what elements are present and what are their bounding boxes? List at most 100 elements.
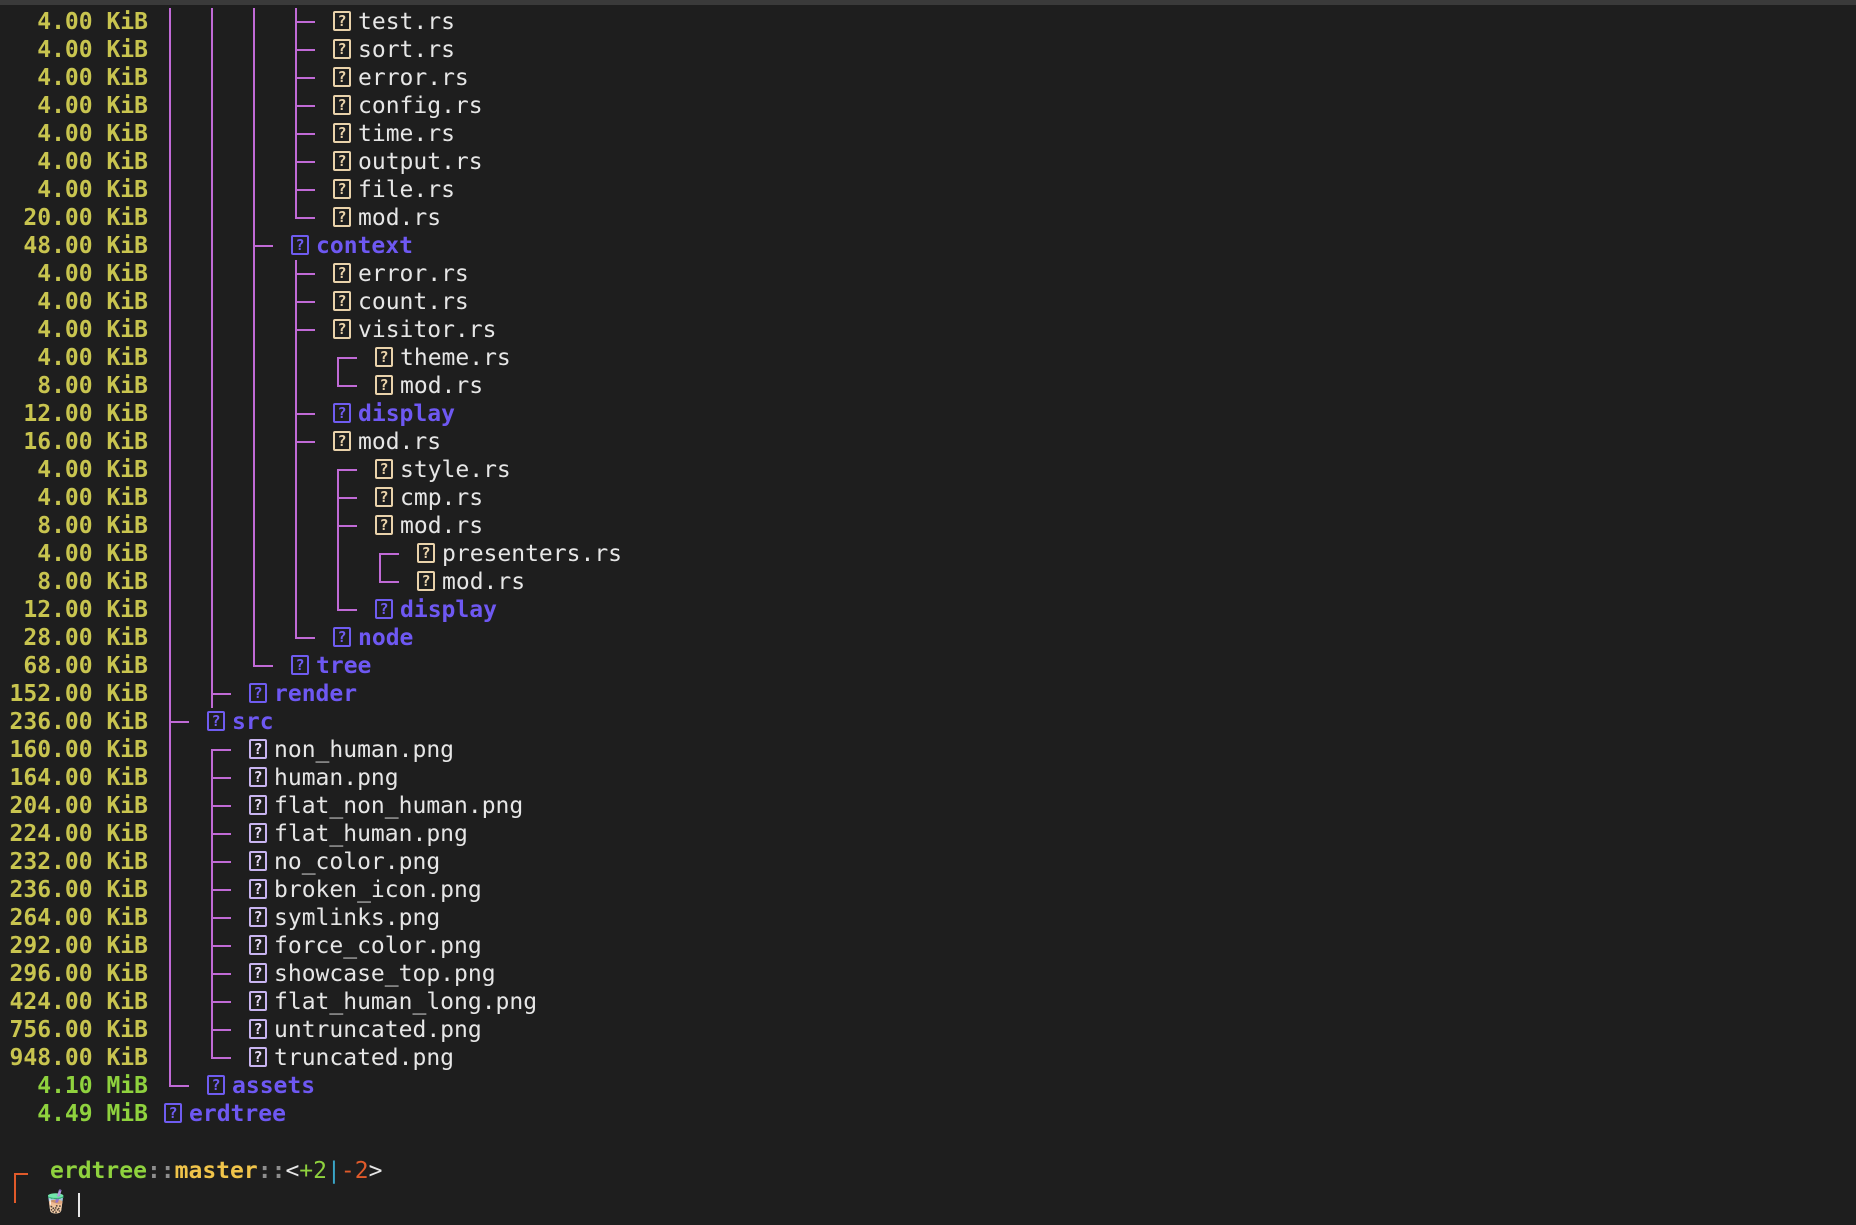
- tree-guide-line: [169, 512, 171, 540]
- tree-branch: [211, 917, 231, 919]
- disk-usage-size: 8.00 KiB: [37, 569, 148, 595]
- tree-branch: [211, 777, 231, 779]
- tree-branch: [295, 49, 315, 51]
- tree-guide-line: [211, 232, 213, 260]
- tree-guide-line: [169, 428, 171, 456]
- tree-guide-line: [169, 792, 171, 820]
- file-name: flat_human.png: [274, 821, 468, 847]
- file-unknown-icon: ?: [249, 991, 267, 1011]
- tree-branch: [211, 833, 231, 835]
- tree-guide-line: [169, 736, 171, 764]
- folder-unknown-icon: ?: [291, 235, 309, 255]
- file-unknown-icon: ?: [333, 179, 351, 199]
- disk-usage-size: 4.00 KiB: [37, 9, 148, 35]
- tree-guide-line: [253, 120, 255, 148]
- tree-guide-line: [169, 848, 171, 876]
- tree-guide-line: [211, 568, 213, 596]
- file-unknown-icon: ?: [333, 431, 351, 451]
- tree-branch: [295, 273, 315, 275]
- file-name: non_human.png: [274, 737, 455, 763]
- disk-usage-size: 232.00 KiB: [9, 849, 148, 875]
- file-unknown-icon: ?: [249, 823, 267, 843]
- file-name: file.rs: [358, 177, 455, 203]
- file-name: visitor.rs: [358, 317, 497, 343]
- file-name: error.rs: [358, 261, 469, 287]
- disk-usage-size: 16.00 KiB: [23, 429, 148, 455]
- tree-guide-line: [211, 8, 213, 36]
- file-unknown-icon: ?: [333, 123, 351, 143]
- prompt-removed-count: -2: [340, 1158, 369, 1184]
- shell-prompt[interactable]: erdtree::master::<+2|-2> 🧋: [0, 1155, 1856, 1225]
- tree-guide-line: [211, 148, 213, 176]
- file-name: broken_icon.png: [274, 877, 482, 903]
- file-unknown-icon: ?: [375, 347, 393, 367]
- tree-branch: [295, 441, 315, 443]
- tree-guide-line: [211, 260, 213, 288]
- tree-guide-line: [211, 92, 213, 120]
- tree-guide-line: [211, 652, 213, 680]
- tree-guide-line: [253, 372, 255, 400]
- tree-guide-line: [337, 357, 339, 372]
- disk-usage-size: 28.00 KiB: [23, 625, 148, 651]
- prompt-separator: ::: [146, 1158, 175, 1184]
- tree-branch: [169, 1085, 189, 1087]
- tree-guide-line: [253, 624, 255, 652]
- tree-branch: [295, 21, 315, 23]
- tree-branch: [211, 889, 231, 891]
- directory-name: erdtree: [189, 1101, 286, 1127]
- prompt-bracket: [14, 1173, 16, 1203]
- prompt-close: >: [368, 1158, 383, 1184]
- prompt-separator: ::: [257, 1158, 286, 1184]
- disk-usage-size: 236.00 KiB: [9, 877, 148, 903]
- tree-guide-line: [169, 204, 171, 232]
- tree-guide-line: [211, 316, 213, 344]
- file-unknown-icon: ?: [333, 291, 351, 311]
- file-unknown-icon: ?: [249, 795, 267, 815]
- tree-branch: [337, 469, 357, 471]
- file-name: force_color.png: [274, 933, 482, 959]
- disk-usage-size: 4.00 KiB: [37, 149, 148, 175]
- directory-name: display: [400, 597, 497, 623]
- tree-guide-line: [211, 596, 213, 624]
- text-cursor[interactable]: [78, 1193, 80, 1217]
- disk-usage-size: 4.00 KiB: [37, 177, 148, 203]
- tree-guide-line: [295, 596, 297, 624]
- disk-usage-size: 4.00 KiB: [37, 541, 148, 567]
- file-name: truncated.png: [274, 1045, 455, 1071]
- folder-unknown-icon: ?: [291, 655, 309, 675]
- file-name: output.rs: [358, 149, 483, 175]
- prompt-status-line: erdtree::master::<+2|-2>: [50, 1157, 382, 1185]
- tree-guide-line: [169, 148, 171, 176]
- tree-guide-line: [169, 232, 171, 260]
- file-unknown-icon: ?: [249, 963, 267, 983]
- tree-branch: [379, 553, 399, 555]
- tree-guide-line: [211, 428, 213, 456]
- disk-usage-size: 756.00 KiB: [9, 1017, 148, 1043]
- tree-guide-line: [169, 904, 171, 932]
- tree-branch: [253, 665, 273, 667]
- prompt-divider: |: [327, 1158, 341, 1184]
- file-unknown-icon: ?: [333, 207, 351, 227]
- prompt-branch: master: [174, 1158, 258, 1184]
- disk-usage-size: 948.00 KiB: [9, 1045, 148, 1071]
- tree-guide-line: [169, 372, 171, 400]
- tree-guide-line: [253, 36, 255, 64]
- file-name: symlinks.png: [274, 905, 441, 931]
- tree-guide-line: [253, 456, 255, 484]
- disk-usage-size: 8.00 KiB: [37, 513, 148, 539]
- disk-usage-size: 4.00 KiB: [37, 93, 148, 119]
- disk-usage-size: 164.00 KiB: [9, 765, 148, 791]
- tree-guide-line: [169, 120, 171, 148]
- file-name: error.rs: [358, 65, 469, 91]
- file-unknown-icon: ?: [375, 375, 393, 395]
- tree-branch: [211, 1001, 231, 1003]
- file-unknown-icon: ?: [333, 151, 351, 171]
- tree-guide-line: [211, 512, 213, 540]
- tree-guide-line: [295, 344, 297, 372]
- tree-branch: [295, 301, 315, 303]
- file-unknown-icon: ?: [333, 67, 351, 87]
- disk-usage-size: 48.00 KiB: [23, 233, 148, 259]
- tree-branch: [211, 945, 231, 947]
- tree-guide-line: [253, 64, 255, 92]
- disk-usage-size: 204.00 KiB: [9, 793, 148, 819]
